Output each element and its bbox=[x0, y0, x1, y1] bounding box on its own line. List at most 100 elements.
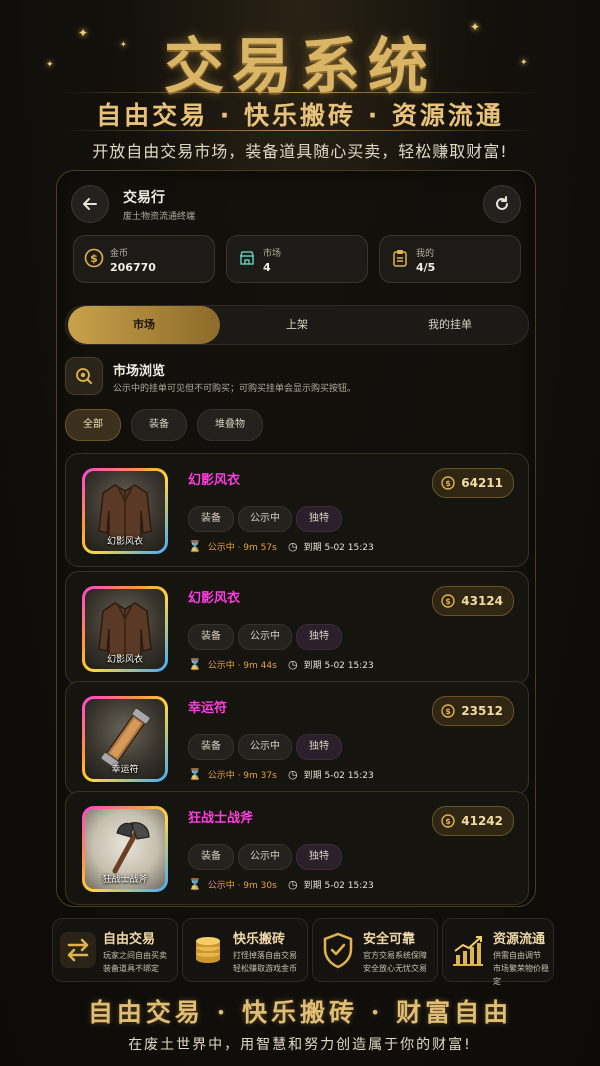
feature-safety: 安全可靠 官方交易系统保障 安全放心无忧交易 bbox=[312, 918, 438, 982]
feature-farming: 快乐搬砖 打怪掉落自由交易 轻松赚取游戏金币 bbox=[182, 918, 308, 982]
hourglass-icon: ⌛ bbox=[188, 878, 202, 891]
tab-market[interactable]: 市场 bbox=[68, 306, 220, 344]
hourglass-icon: ⌛ bbox=[188, 658, 202, 671]
countdown: ⌛ 公示中 · 9m 57s bbox=[188, 540, 277, 553]
listing-card[interactable]: 幸运符 幸运符 $ 23512 装备 公示中 独特 ⌛ 公示中 · 9m 37s … bbox=[65, 681, 529, 795]
tab-bar: 市场 上架 我的挂单 bbox=[65, 305, 529, 345]
clipboard-icon bbox=[393, 250, 407, 267]
thumbnail-label: 幻影风衣 bbox=[106, 655, 143, 665]
tab-my-orders[interactable]: 我的挂单 bbox=[374, 306, 526, 344]
stat-mine: 我的 4/5 bbox=[379, 235, 521, 283]
expiry: ◷ 到期 5-02 15:23 bbox=[288, 768, 374, 781]
footer-description: 在废土世界中，用智慧和努力创造属于你的财富! bbox=[128, 1037, 472, 1053]
clock-icon: ◷ bbox=[288, 540, 298, 553]
stat-gold: $ 金币 206770 bbox=[73, 235, 215, 283]
tag-rarity: 独特 bbox=[296, 506, 342, 532]
trend-chart-icon bbox=[453, 936, 483, 966]
tag-rarity: 独特 bbox=[296, 734, 342, 760]
tag-status: 公示中 bbox=[238, 624, 292, 650]
filter-stackable[interactable]: 堆叠物 bbox=[197, 409, 263, 441]
search-coin-icon bbox=[76, 368, 92, 384]
stat-label: 金币 bbox=[110, 249, 129, 259]
tag-type: 装备 bbox=[188, 734, 234, 760]
listing-card[interactable]: 幻影风衣 幻影风衣 $ 64211 装备 公示中 独特 ⌛ 公示中 · 9m 57… bbox=[65, 453, 529, 567]
coin-stack-icon bbox=[196, 937, 220, 963]
stat-label: 我的 bbox=[416, 249, 435, 259]
clock-icon: ◷ bbox=[288, 878, 298, 891]
svg-text:$: $ bbox=[445, 479, 451, 488]
price-badge: $ 23512 bbox=[432, 696, 514, 726]
countdown: ⌛ 公示中 · 9m 30s bbox=[188, 878, 277, 891]
thumbnail-label: 幸运符 bbox=[111, 765, 139, 775]
shield-check-icon bbox=[323, 932, 353, 969]
expiry: ◷ 到期 5-02 15:23 bbox=[288, 658, 374, 671]
store-icon bbox=[240, 251, 254, 265]
price-badge: $ 41242 bbox=[432, 806, 514, 836]
listing-card[interactable]: 狂战士战斧 狂战士战斧 $ 41242 装备 公示中 独特 ⌛ 公示中 · 9m … bbox=[65, 791, 529, 905]
feature-title: 资源流通 bbox=[493, 932, 546, 947]
item-image: 狂战士战斧 bbox=[85, 809, 165, 889]
item-name: 幻影风衣 bbox=[188, 591, 241, 606]
filter-equipment[interactable]: 装备 bbox=[131, 409, 187, 441]
section-description: 公示中的挂单可见但不可购买；可购买挂单会显示购买按钮。 bbox=[113, 384, 357, 394]
hourglass-icon: ⌛ bbox=[188, 768, 202, 781]
tag-type: 装备 bbox=[188, 506, 234, 532]
tag-type: 装备 bbox=[188, 844, 234, 870]
item-name: 狂战士战斧 bbox=[188, 811, 254, 826]
stat-value: 4/5 bbox=[416, 261, 436, 274]
svg-text:$: $ bbox=[90, 252, 98, 265]
item-thumbnail: 幻影风衣 bbox=[82, 586, 168, 672]
svg-text:$: $ bbox=[445, 707, 451, 716]
expiry: ◷ 到期 5-02 15:23 bbox=[288, 878, 374, 891]
tag-status: 公示中 bbox=[238, 734, 292, 760]
hero-subtitle: 自由交易 · 快乐搬砖 · 资源流通 bbox=[96, 101, 504, 130]
tag-status: 公示中 bbox=[238, 506, 292, 532]
divider bbox=[60, 130, 540, 131]
price-value: 23512 bbox=[461, 704, 503, 718]
item-thumbnail: 幻影风衣 bbox=[82, 468, 168, 554]
svg-text:$: $ bbox=[445, 817, 451, 826]
coin-icon: $ bbox=[84, 248, 104, 268]
item-name: 幸运符 bbox=[188, 701, 228, 716]
refresh-button[interactable] bbox=[483, 185, 521, 223]
price-value: 64211 bbox=[461, 476, 503, 490]
feature-title: 快乐搬砖 bbox=[233, 932, 286, 947]
feature-free-trade: 自由交易 玩家之间自由买卖 装备道具不绑定 bbox=[52, 918, 178, 982]
stat-market: 市场 4 bbox=[226, 235, 368, 283]
item-image: 幻影风衣 bbox=[85, 589, 165, 669]
thumbnail-label: 狂战士战斧 bbox=[102, 875, 148, 885]
item-thumbnail: 幸运符 bbox=[82, 696, 168, 782]
item-image: 幸运符 bbox=[85, 699, 165, 779]
clock-icon: ◷ bbox=[288, 768, 298, 781]
price-badge: $ 43124 bbox=[432, 586, 514, 616]
feature-description: 官方交易系统保障 安全放心无忧交易 bbox=[363, 951, 427, 973]
feature-title: 安全可靠 bbox=[363, 932, 416, 947]
svg-text:$: $ bbox=[445, 597, 451, 606]
price-badge: $ 64211 bbox=[432, 468, 514, 498]
divider bbox=[60, 92, 540, 93]
section-title: 市场浏览 bbox=[113, 364, 166, 379]
coin-icon: $ bbox=[441, 704, 455, 718]
page-subtitle: 废土物资流通终端 bbox=[123, 212, 196, 222]
feature-description: 供需自由调节 市场繁荣物价稳定 bbox=[493, 951, 549, 986]
filter-all[interactable]: 全部 bbox=[65, 409, 121, 441]
feature-resource-flow: 资源流通 供需自由调节 市场繁荣物价稳定 bbox=[442, 918, 554, 986]
back-button[interactable] bbox=[71, 185, 109, 223]
arrow-left-icon bbox=[83, 198, 97, 210]
feature-title: 自由交易 bbox=[103, 932, 156, 947]
price-value: 41242 bbox=[461, 814, 503, 828]
refresh-icon bbox=[496, 196, 508, 210]
listing-card[interactable]: 幻影风衣 幻影风衣 $ 43124 装备 公示中 独特 ⌛ 公示中 · 9m 44… bbox=[65, 571, 529, 685]
countdown: ⌛ 公示中 · 9m 44s bbox=[188, 658, 277, 671]
stat-value: 4 bbox=[263, 261, 271, 274]
feature-description: 玩家之间自由买卖 装备道具不绑定 bbox=[103, 951, 167, 973]
tag-type: 装备 bbox=[188, 624, 234, 650]
hero-description: 开放自由交易市场，装备道具随心买卖，轻松赚取财富! bbox=[92, 142, 508, 161]
coin-icon: $ bbox=[441, 814, 455, 828]
stat-value: 206770 bbox=[110, 261, 156, 274]
item-image: 幻影风衣 bbox=[85, 471, 165, 551]
item-thumbnail: 狂战士战斧 bbox=[82, 806, 168, 892]
tab-list-item[interactable]: 上架 bbox=[221, 306, 373, 344]
swap-icon bbox=[60, 932, 96, 968]
hourglass-icon: ⌛ bbox=[188, 540, 202, 553]
